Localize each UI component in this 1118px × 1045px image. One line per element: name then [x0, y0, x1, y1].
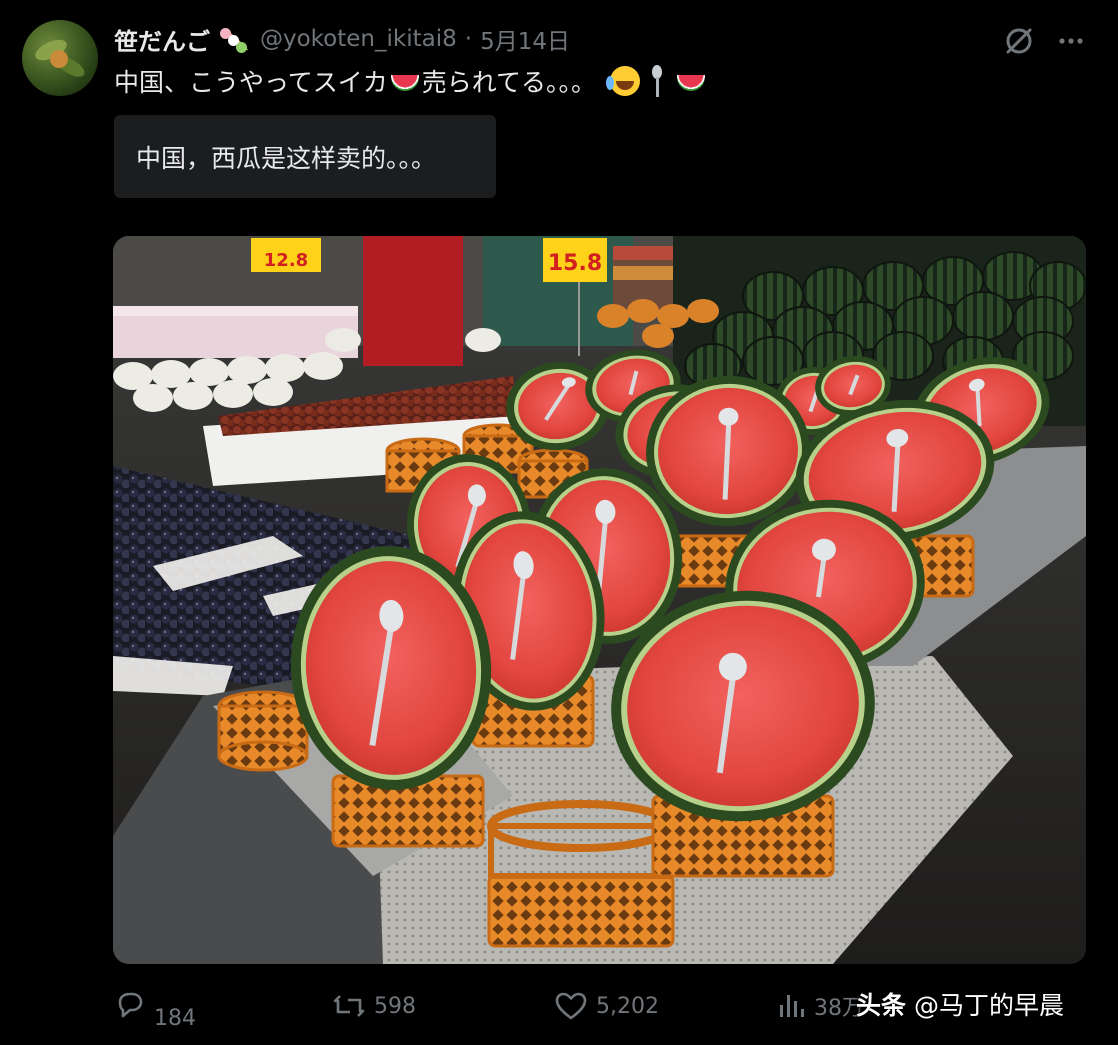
separator-dot: · [464, 26, 473, 52]
watermelon-emoji-icon [390, 75, 419, 91]
translation-box: 中国，西瓜是这样卖的。。。 [114, 115, 496, 198]
like-count: 5,202 [596, 993, 659, 1019]
tweet-text-part1: 中国、こうやってスイカ [114, 68, 388, 97]
translation-text: 中国，西瓜是这样卖的。。。 [136, 143, 437, 173]
grok-icon[interactable] [1002, 24, 1036, 58]
dango-emoji-icon [218, 24, 252, 54]
tweet-header: 笹だんご @yokoten_ikitai8 · 5月14日 [114, 22, 570, 56]
like-button[interactable]: 5,202 [554, 990, 659, 1022]
watermark-account: @马丁的早晨 [913, 991, 1064, 1020]
user-handle[interactable]: @yokoten_ikitai8 [260, 26, 457, 52]
display-name[interactable]: 笹だんご [114, 22, 210, 57]
views-icon [780, 995, 804, 1017]
avatar[interactable] [22, 20, 98, 96]
laughing-tears-emoji-icon [606, 66, 641, 96]
svg-text:12.8: 12.8 [264, 250, 308, 271]
watermark-source: 头条 [856, 991, 907, 1020]
watermelon-emoji-icon-2 [677, 75, 706, 91]
spoon-emoji-icon [652, 65, 663, 97]
retweet-icon [333, 995, 365, 1017]
like-icon [555, 992, 587, 1020]
toutiao-watermark: 头条 @马丁的早晨 [856, 986, 1064, 1022]
retweet-button[interactable]: 598 [332, 990, 416, 1022]
tweet-photo[interactable]: 12.8 15.8 [113, 236, 1086, 964]
reply-count: 184 [154, 1005, 196, 1031]
svg-text:15.8: 15.8 [548, 251, 602, 276]
post-date[interactable]: 5月14日 [480, 22, 570, 56]
tweet-text: 中国、こうやってスイカ 売られてる。。。 [114, 64, 708, 98]
retweet-count: 598 [374, 993, 416, 1019]
reply-icon [118, 992, 143, 1018]
more-icon[interactable] [1054, 24, 1088, 58]
tweet-text-part2: 売られてる。。。 [421, 68, 597, 97]
views-button[interactable]: 38万 [776, 990, 864, 1022]
reply-button[interactable]: 184 [114, 988, 196, 1031]
